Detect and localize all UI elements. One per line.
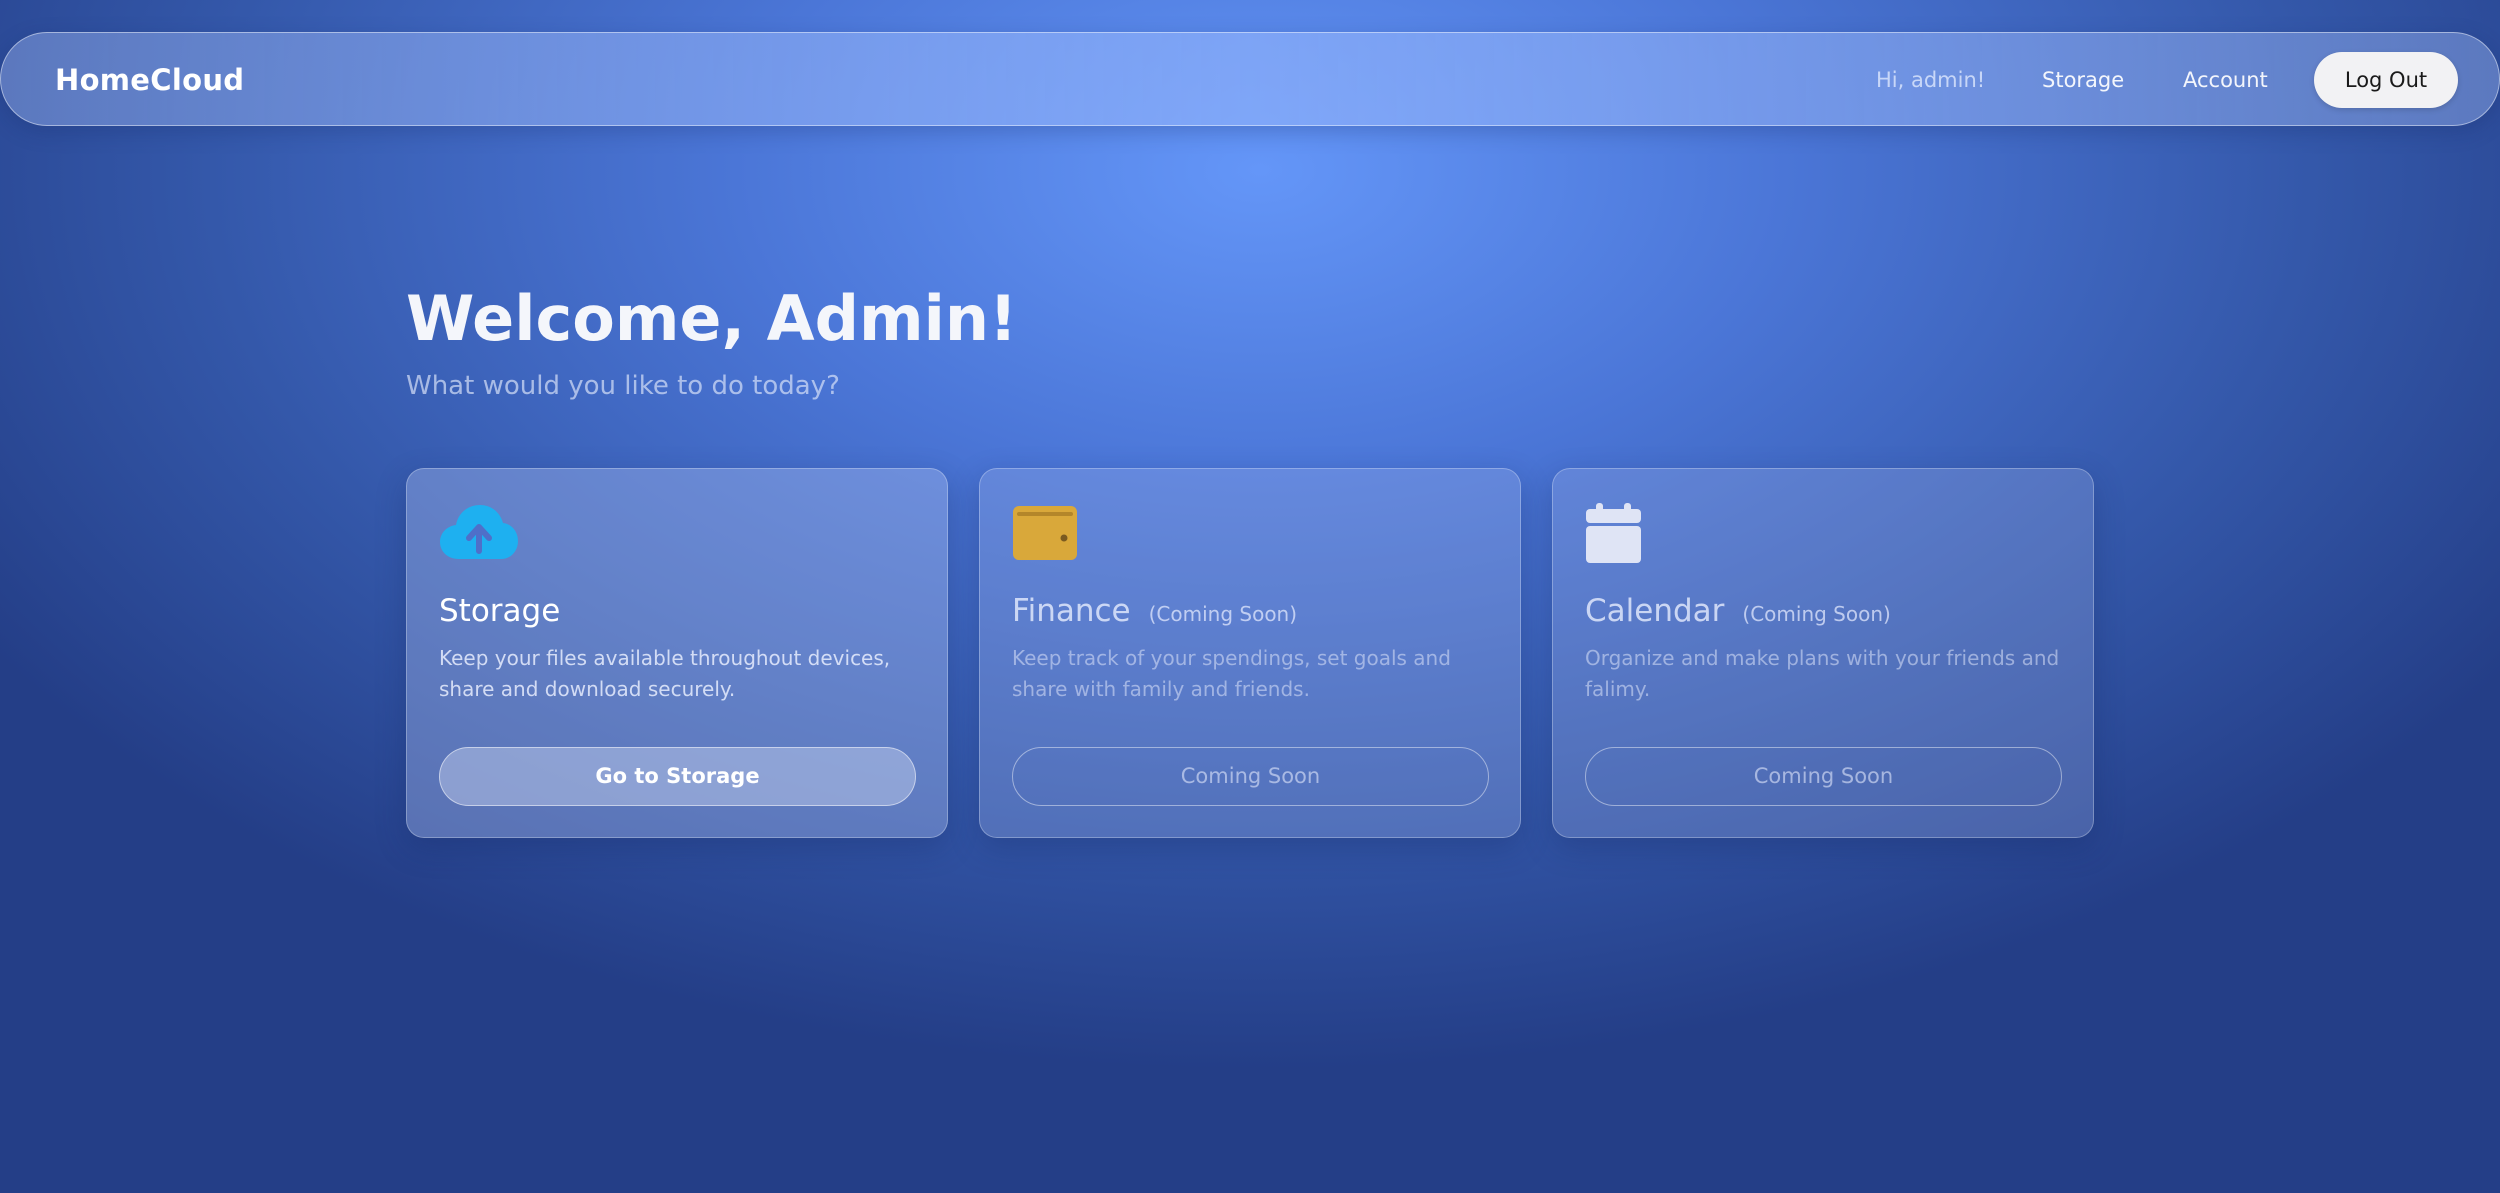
page-title: Welcome, Admin! (406, 282, 1018, 355)
user-greeting: Hi, admin! (1876, 68, 1986, 92)
coming-soon-badge: (Coming Soon) (1148, 602, 1298, 626)
coming-soon-badge: (Coming Soon) (1742, 602, 1891, 626)
card-title-text: Calendar (1585, 593, 1725, 629)
card-title-storage: Storage (439, 593, 560, 629)
finance-coming-soon-button: Coming Soon (1012, 747, 1489, 806)
top-navbar: HomeCloud Hi, admin! Storage Account Log… (0, 32, 2500, 126)
card-title-calendar: Calendar (Coming Soon) (1585, 593, 1891, 629)
brand-logo[interactable]: HomeCloud (55, 33, 244, 127)
card-title-text: Finance (1012, 593, 1131, 629)
card-description: Keep your files available throughout dev… (439, 646, 891, 701)
nav-link-storage[interactable]: Storage (2042, 33, 2124, 127)
card-title-finance: Finance (Coming Soon) (1012, 593, 1297, 629)
calendar-icon (1585, 503, 1665, 563)
calendar-card: Calendar (Coming Soon) Organize and make … (1552, 468, 2094, 838)
storage-card: Storage Keep your files available throug… (406, 468, 948, 838)
card-description: Keep track of your spendings, set goals … (1012, 646, 1451, 701)
nav-link-account[interactable]: Account (2183, 33, 2268, 127)
page-subtitle: What would you like to do today? (406, 371, 840, 401)
card-description: Organize and make plans with your friend… (1585, 646, 2060, 701)
wallet-icon (1012, 503, 1092, 563)
cloud-upload-icon (439, 503, 519, 563)
go-to-storage-button[interactable]: Go to Storage (439, 747, 916, 806)
card-title-text: Storage (439, 593, 561, 629)
finance-card: Finance (Coming Soon) Keep track of your … (979, 468, 1521, 838)
calendar-coming-soon-button: Coming Soon (1585, 747, 2062, 806)
logout-button[interactable]: Log Out (2314, 52, 2458, 108)
